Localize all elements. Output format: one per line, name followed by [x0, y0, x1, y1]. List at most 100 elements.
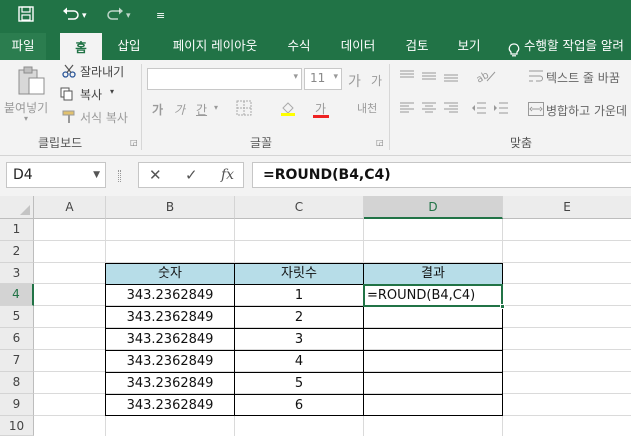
- table-cell-d5[interactable]: [364, 307, 502, 329]
- ribbon-home: 붙여넣기 ▾ 잘라내기 복사 ▾ 서식 복사 클립보드 ◲ ▾ 11 ▾ 가 가…: [0, 60, 631, 156]
- row-header-8[interactable]: 8: [0, 372, 34, 394]
- align-center-icon[interactable]: [422, 102, 436, 117]
- underline-button[interactable]: 간: [196, 101, 207, 118]
- row-header-9[interactable]: 9: [0, 394, 34, 416]
- merge-center-label[interactable]: 병합하고 가운데: [546, 102, 627, 119]
- italic-button[interactable]: 가: [174, 101, 185, 118]
- save-icon[interactable]: [18, 6, 34, 27]
- table-cell-c8[interactable]: 5: [235, 373, 364, 395]
- tab-view[interactable]: 보기: [448, 33, 490, 60]
- redo-dropdown-icon[interactable]: ▾: [126, 6, 131, 26]
- table-cell-d9[interactable]: [364, 395, 502, 415]
- copy-icon[interactable]: [60, 87, 74, 104]
- wrap-text-icon[interactable]: [528, 69, 544, 86]
- tab-data[interactable]: 데이터: [330, 33, 386, 60]
- tab-page-layout[interactable]: 페이지 레이아웃: [160, 33, 270, 60]
- row-header-3[interactable]: 3: [0, 263, 34, 284]
- table-cell-d8[interactable]: [364, 373, 502, 395]
- format-painter-icon[interactable]: [62, 110, 76, 127]
- row-header-5[interactable]: 5: [0, 306, 34, 328]
- bold-button[interactable]: 가: [152, 101, 163, 118]
- phonetic-button[interactable]: 내천: [357, 100, 377, 116]
- undo-dropdown-icon[interactable]: ▾: [82, 6, 87, 26]
- cancel-icon[interactable]: ✕: [149, 166, 162, 184]
- name-box-dropdown-icon[interactable]: ▼: [93, 163, 100, 187]
- tab-file[interactable]: 파일: [0, 33, 46, 60]
- align-bottom-icon[interactable]: [444, 70, 458, 85]
- name-box-splitter[interactable]: [118, 170, 121, 182]
- row-header-6[interactable]: 6: [0, 328, 34, 350]
- row-header-1[interactable]: 1: [0, 219, 34, 241]
- formula-buttons: ✕ ✓ fx: [138, 162, 244, 188]
- column-header-e[interactable]: E: [503, 196, 631, 219]
- column-header-d[interactable]: D: [364, 196, 503, 219]
- font-launcher-icon[interactable]: ◲: [376, 138, 384, 147]
- wrap-text-label[interactable]: 텍스트 줄 바꿈: [546, 69, 620, 86]
- column-header-a[interactable]: A: [34, 196, 106, 219]
- redo-icon[interactable]: [106, 6, 124, 27]
- align-middle-icon[interactable]: [422, 70, 436, 85]
- enter-icon[interactable]: ✓: [185, 166, 198, 184]
- copy-dropdown-icon[interactable]: ▾: [110, 87, 114, 96]
- select-all-corner[interactable]: [0, 196, 34, 219]
- font-name-box[interactable]: ▾: [147, 68, 302, 90]
- underline-dropdown-icon[interactable]: ▾: [214, 103, 218, 112]
- tab-insert[interactable]: 삽입: [108, 33, 150, 60]
- table-cell-b8[interactable]: 343.2362849: [106, 373, 235, 395]
- row-header-2[interactable]: 2: [0, 241, 34, 263]
- table-cell-d6[interactable]: [364, 329, 502, 351]
- decrease-indent-icon[interactable]: [472, 102, 486, 117]
- ribbon-tabs: 파일 홈 삽입 페이지 레이아웃 수식 데이터 검토 보기 수행할 작업을 알려: [0, 33, 631, 60]
- cut-icon[interactable]: [62, 64, 76, 81]
- table-header-number[interactable]: 숫자: [106, 264, 235, 285]
- font-size-dropdown-icon[interactable]: ▾: [333, 72, 338, 82]
- table-header-result[interactable]: 결과: [364, 264, 502, 285]
- table-cell-b5[interactable]: 343.2362849: [106, 307, 235, 329]
- tab-home[interactable]: 홈: [60, 33, 102, 60]
- formula-bar: D4 ▼ ✕ ✓ fx =ROUND(B4,C4): [0, 156, 631, 196]
- table-cell-b6[interactable]: 343.2362849: [106, 329, 235, 351]
- grow-font-button[interactable]: 가: [348, 71, 361, 91]
- table-cell-b9[interactable]: 343.2362849: [106, 395, 235, 415]
- merge-center-icon[interactable]: [528, 102, 544, 119]
- paste-icon[interactable]: [16, 66, 46, 99]
- shrink-font-button[interactable]: 가: [371, 72, 382, 89]
- table-cell-b7[interactable]: 343.2362849: [106, 351, 235, 373]
- format-painter-label[interactable]: 서식 복사: [80, 109, 128, 126]
- increase-indent-icon[interactable]: [494, 102, 508, 117]
- fill-color-icon[interactable]: [280, 100, 296, 119]
- table-cell-c7[interactable]: 4: [235, 351, 364, 373]
- cut-label[interactable]: 잘라내기: [80, 63, 124, 80]
- align-top-icon[interactable]: [400, 70, 414, 85]
- font-size-box[interactable]: 11 ▾: [304, 68, 342, 90]
- font-name-dropdown-icon[interactable]: ▾: [293, 72, 298, 82]
- table-cell-c5[interactable]: 2: [235, 307, 364, 329]
- formula-input[interactable]: =ROUND(B4,C4): [252, 162, 631, 188]
- table-cell-c9[interactable]: 6: [235, 395, 364, 415]
- row-header-10[interactable]: 10: [0, 416, 34, 436]
- table-cell-d7[interactable]: [364, 351, 502, 373]
- undo-icon[interactable]: [62, 6, 80, 27]
- table-cell-c4[interactable]: 1: [235, 285, 364, 307]
- name-box[interactable]: D4 ▼: [6, 162, 106, 188]
- borders-icon[interactable]: [236, 100, 252, 119]
- tab-formulas[interactable]: 수식: [278, 33, 320, 60]
- clipboard-launcher-icon[interactable]: ◲: [130, 138, 138, 147]
- paste-dropdown-icon[interactable]: ▾: [24, 114, 28, 123]
- table-cell-b4[interactable]: 343.2362849: [106, 285, 235, 307]
- orientation-icon[interactable]: ab: [475, 69, 497, 86]
- row-header-7[interactable]: 7: [0, 350, 34, 372]
- table-header-digits[interactable]: 자릿수: [235, 264, 364, 285]
- tab-review[interactable]: 검토: [396, 33, 438, 60]
- row-header-4[interactable]: 4: [0, 284, 34, 306]
- column-header-b[interactable]: B: [106, 196, 235, 219]
- table-cell-c6[interactable]: 3: [235, 329, 364, 351]
- tell-me-box[interactable]: 수행할 작업을 알려: [508, 33, 631, 60]
- column-header-c[interactable]: C: [235, 196, 364, 219]
- align-left-icon[interactable]: [400, 102, 414, 117]
- customize-quick-access-icon[interactable]: ≡: [156, 6, 165, 26]
- fill-handle[interactable]: [500, 304, 505, 309]
- align-right-icon[interactable]: [444, 102, 458, 117]
- insert-function-icon[interactable]: fx: [221, 167, 234, 183]
- copy-label[interactable]: 복사: [80, 86, 102, 103]
